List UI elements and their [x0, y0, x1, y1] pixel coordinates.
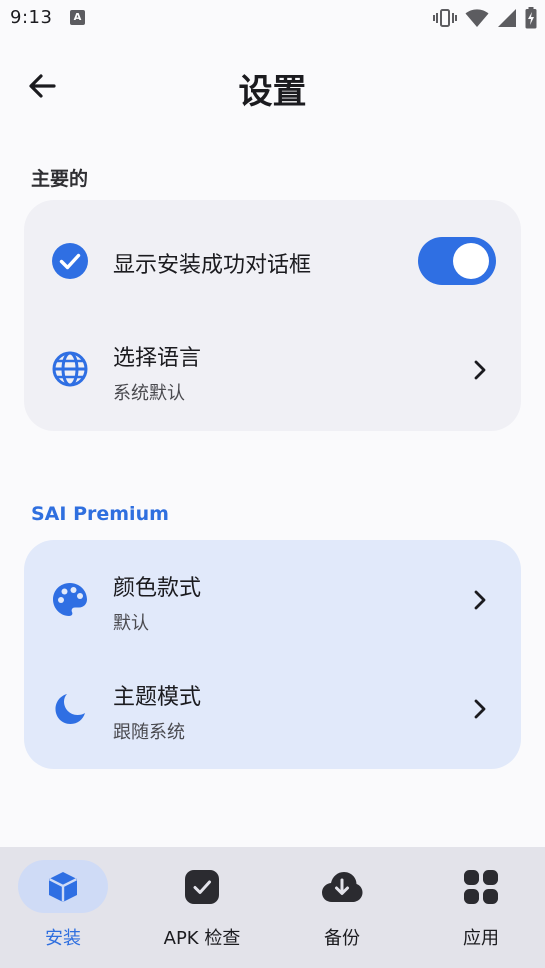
moon-icon: [50, 689, 90, 729]
checkbox-icon: [185, 869, 219, 904]
battery-charging-icon: [525, 7, 537, 29]
nav-label: APK 检查: [163, 928, 241, 949]
setting-subtitle: 系统默认: [113, 383, 185, 404]
setting-subtitle: 跟随系统: [113, 722, 185, 743]
setting-title: 选择语言: [113, 346, 202, 371]
nav-pill: [297, 860, 387, 913]
nav-item-backup[interactable]: 备份: [274, 860, 410, 960]
toggle-knob: [453, 243, 489, 279]
package-icon: [48, 871, 78, 902]
cell-signal-icon: [498, 9, 516, 27]
setting-subtitle: 默认: [113, 613, 149, 634]
setting-color-style[interactable]: 颜色款式 默认: [24, 540, 521, 655]
nav-pill: [157, 860, 247, 913]
setting-theme-mode[interactable]: 主题模式 跟随系统: [24, 655, 521, 769]
nav-active-indicator: [18, 860, 108, 913]
status-bar: 9:13 A: [0, 0, 545, 36]
palette-icon: [50, 580, 90, 620]
setting-title: 主题模式: [113, 685, 202, 710]
nav-label: 应用: [463, 928, 499, 949]
settings-card-premium: 颜色款式 默认 主题模式 跟随系统: [24, 540, 521, 769]
nav-item-install[interactable]: 安装: [0, 860, 131, 960]
vibrate-icon: [433, 9, 457, 27]
nav-pill: [436, 860, 526, 913]
section-header-main: 主要的: [31, 168, 89, 190]
nav-item-apps[interactable]: 应用: [413, 860, 545, 960]
nav-label: 备份: [324, 928, 360, 949]
wifi-icon: [465, 9, 489, 27]
setting-title: 颜色款式: [113, 576, 202, 601]
globe-icon: [50, 349, 90, 389]
chevron-right-icon: [471, 590, 489, 610]
cloud-download-icon: [322, 871, 363, 902]
nav-item-apk-check[interactable]: APK 检查: [134, 860, 270, 960]
settings-card-main: 显示安装成功对话框 选择语言 系统默认: [24, 200, 521, 431]
notification-a-icon: A: [70, 10, 85, 25]
chevron-right-icon: [471, 360, 489, 380]
setting-title: 显示安装成功对话框: [113, 253, 312, 278]
page-title: 设置: [238, 72, 307, 112]
section-header-premium: SAI Premium: [31, 503, 169, 525]
apps-grid-icon: [464, 869, 498, 904]
nav-label: 安装: [45, 928, 81, 949]
setting-show-success-dialog[interactable]: 显示安装成功对话框: [24, 200, 521, 322]
bottom-navigation: 安装 APK 检查 备份 应用: [0, 847, 545, 968]
status-icons: [433, 7, 537, 29]
show-success-dialog-toggle[interactable]: [418, 237, 496, 285]
status-time: 9:13: [10, 7, 53, 28]
check-circle-icon: [50, 241, 90, 281]
app-bar: 设置: [0, 56, 545, 116]
setting-select-language[interactable]: 选择语言 系统默认: [24, 322, 521, 431]
chevron-right-icon: [471, 699, 489, 719]
